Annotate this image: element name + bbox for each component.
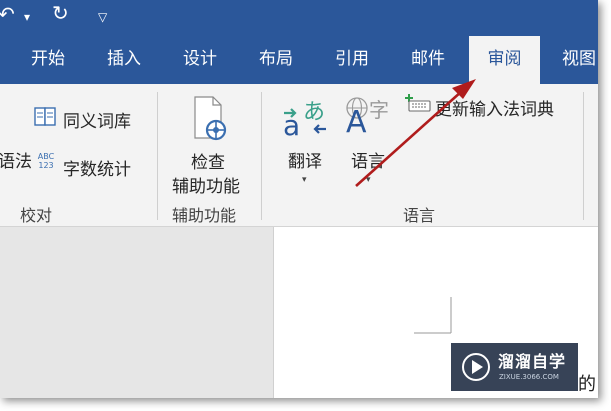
word-window: ↶ ▾ ↻ ▽ 开始 插入 设计 布局 引用 邮件 审阅 视图 语法 同义词库 … — [0, 0, 598, 398]
annotation-arrow — [355, 79, 476, 187]
